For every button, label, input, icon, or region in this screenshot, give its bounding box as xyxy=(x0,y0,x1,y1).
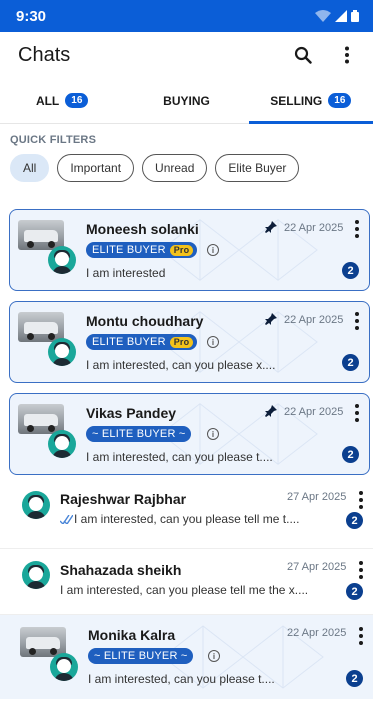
avatar xyxy=(50,653,78,681)
info-icon[interactable]: i xyxy=(207,336,219,348)
unread-count: 2 xyxy=(346,583,363,600)
elite-buyer-badge: ELITE BUYER Pro xyxy=(86,242,198,258)
chat-message: I am interested xyxy=(86,266,166,280)
chat-name: Monika Kalra xyxy=(88,627,176,643)
avatar xyxy=(22,561,50,589)
unread-count: 2 xyxy=(342,446,359,463)
chat-item[interactable]: Monika Kalra 22 Apr 2025 ~ ELITE BUYER ~… xyxy=(0,615,373,699)
tab-selling-label: SELLING xyxy=(270,93,323,108)
chat-menu-icon[interactable] xyxy=(356,491,366,509)
tab-buying-label: BUYING xyxy=(163,93,210,108)
tab-all-label: ALL xyxy=(35,93,60,108)
elite-buyer-label: ~ ELITE BUYER ~ xyxy=(94,650,188,662)
battery-icon xyxy=(351,10,359,22)
chat-item[interactable]: Rajeshwar Rajbhar 27 Apr 2025 I am inter… xyxy=(0,483,373,549)
chat-name: Rajeshwar Rajbhar xyxy=(60,491,187,507)
status-time: 9:30 xyxy=(16,7,47,25)
elite-buyer-badge: ELITE BUYER Pro xyxy=(86,334,198,350)
status-bar: 9:30 xyxy=(0,0,373,32)
vehicle-thumbnail xyxy=(18,312,64,342)
pin-icon xyxy=(265,221,277,233)
quick-filters-title: QUICK FILTERS xyxy=(10,134,97,146)
chat-menu-icon[interactable] xyxy=(356,627,366,645)
chat-message: I am interested, can you please t.... xyxy=(86,450,273,464)
info-icon[interactable]: i xyxy=(207,428,219,440)
chat-item[interactable]: Moneesh solanki 22 Apr 2025 ELITE BUYER … xyxy=(9,209,370,291)
avatar xyxy=(22,491,50,519)
tab-all[interactable]: ALL 16 xyxy=(0,78,124,123)
chat-date: 22 Apr 2025 xyxy=(287,627,347,639)
page-title: Chats xyxy=(18,43,71,66)
tab-selling[interactable]: SELLING 16 xyxy=(248,78,373,124)
chat-message: I am interested, can you please tell me … xyxy=(60,583,309,597)
chat-name: Shahazada sheikh xyxy=(60,562,182,578)
elite-buyer-badge: ~ ELITE BUYER ~ xyxy=(88,648,194,664)
chat-menu-icon[interactable] xyxy=(352,312,362,330)
search-icon[interactable] xyxy=(291,43,315,67)
info-icon[interactable]: i xyxy=(207,244,219,256)
chat-date: 27 Apr 2025 xyxy=(287,561,347,573)
vehicle-thumbnail xyxy=(18,220,64,250)
pin-icon xyxy=(265,313,277,325)
tab-buying[interactable]: BUYING xyxy=(124,78,248,123)
chat-name: Montu choudhary xyxy=(86,313,204,329)
chat-message: I am interested, can you please tell me … xyxy=(74,512,300,526)
filter-chip-elite-buyer[interactable]: Elite Buyer xyxy=(215,154,300,182)
chat-menu-icon[interactable] xyxy=(352,220,362,238)
filter-chip-unread[interactable]: Unread xyxy=(142,154,208,182)
chat-menu-icon[interactable] xyxy=(356,561,366,579)
tab-selling-count: 16 xyxy=(328,93,352,108)
unread-count: 2 xyxy=(346,512,363,529)
filter-chip-important[interactable]: Important xyxy=(57,154,135,182)
filter-chip-all[interactable]: All xyxy=(10,154,50,182)
chat-list: Moneesh solanki 22 Apr 2025 ELITE BUYER … xyxy=(0,209,373,699)
elite-buyer-label: ~ ELITE BUYER ~ xyxy=(92,428,186,440)
chat-menu-icon[interactable] xyxy=(352,404,362,422)
app-header: Chats xyxy=(0,32,373,78)
vehicle-thumbnail xyxy=(20,627,66,657)
signal-icon xyxy=(335,10,347,22)
unread-count: 2 xyxy=(346,670,363,687)
quick-filters: QUICK FILTERS All Important Unread Elite… xyxy=(0,124,373,182)
unread-count: 2 xyxy=(342,354,359,371)
chat-date: 22 Apr 2025 xyxy=(284,406,344,418)
tab-all-count: 16 xyxy=(65,93,89,108)
pin-icon xyxy=(265,405,277,417)
avatar xyxy=(48,246,76,274)
info-icon[interactable]: i xyxy=(208,650,220,662)
chat-date: 22 Apr 2025 xyxy=(284,222,344,234)
chat-message: I am interested, can you please x.... xyxy=(86,358,276,372)
elite-buyer-badge: ~ ELITE BUYER ~ xyxy=(86,426,192,442)
filter-chips: All Important Unread Elite Buyer xyxy=(10,154,363,182)
more-vertical-icon[interactable] xyxy=(335,43,359,67)
pro-badge: Pro xyxy=(169,336,194,348)
chat-date: 22 Apr 2025 xyxy=(284,314,344,326)
unread-count: 2 xyxy=(342,262,359,279)
chat-item[interactable]: Montu choudhary 22 Apr 2025 ELITE BUYER … xyxy=(9,301,370,383)
pro-badge: Pro xyxy=(169,244,194,256)
header-actions xyxy=(291,43,359,67)
elite-buyer-label: ELITE BUYER xyxy=(92,244,166,256)
chat-tabs: ALL 16 BUYING SELLING 16 xyxy=(0,78,373,124)
chat-date: 27 Apr 2025 xyxy=(287,491,347,503)
status-icons xyxy=(315,10,359,22)
chat-item[interactable]: Shahazada sheikh 27 Apr 2025 I am intere… xyxy=(0,549,373,615)
avatar xyxy=(48,430,76,458)
wifi-icon xyxy=(315,10,331,22)
avatar xyxy=(48,338,76,366)
elite-buyer-label: ELITE BUYER xyxy=(92,336,166,348)
sent-ticks-icon xyxy=(60,515,73,524)
chat-name: Moneesh solanki xyxy=(86,221,199,237)
chat-message: I am interested, can you please t.... xyxy=(88,672,275,686)
chat-item[interactable]: Vikas Pandey 22 Apr 2025 ~ ELITE BUYER ~… xyxy=(9,393,370,475)
chat-name: Vikas Pandey xyxy=(86,405,177,421)
vehicle-thumbnail xyxy=(18,404,64,434)
